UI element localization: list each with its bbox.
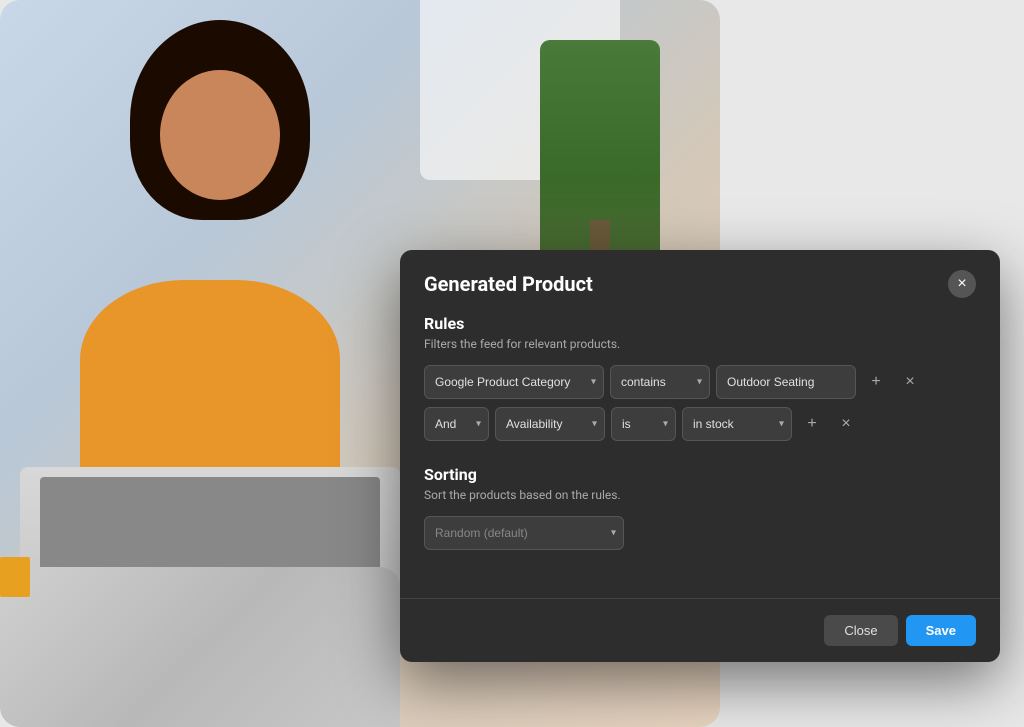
sorting-title: Sorting xyxy=(424,465,976,484)
modal-header: Generated Product × xyxy=(400,250,1000,314)
availability-field-select[interactable]: Availability xyxy=(495,407,605,441)
modal-close-button[interactable]: × xyxy=(948,270,976,298)
sorting-description: Sort the products based on the rules. xyxy=(424,488,976,502)
woman-shirt xyxy=(80,280,340,480)
add-rule-2-button[interactable]: + xyxy=(798,410,826,438)
sorting-section: Sorting Sort the products based on the r… xyxy=(424,465,976,550)
operator-select[interactable]: contains xyxy=(610,365,710,399)
conjunction-select-wrapper: And xyxy=(424,407,489,441)
modal-footer: Close Save xyxy=(400,598,1000,662)
modal-dialog: Generated Product × Rules Filters the fe… xyxy=(400,250,1000,662)
stock-value-select[interactable]: in stock xyxy=(682,407,792,441)
is-operator-select[interactable]: is xyxy=(611,407,676,441)
rule-row-1: Google Product Category contains + × xyxy=(424,365,976,399)
category-select[interactable]: Google Product Category xyxy=(424,365,604,399)
availability-select-wrapper: Availability xyxy=(495,407,605,441)
remove-rule-2-button[interactable]: × xyxy=(832,410,860,438)
category-select-wrapper: Google Product Category xyxy=(424,365,604,399)
rules-title: Rules xyxy=(424,314,976,333)
rules-section: Rules Filters the feed for relevant prod… xyxy=(424,314,976,441)
add-rule-button[interactable]: + xyxy=(862,368,890,396)
conjunction-select[interactable]: And xyxy=(424,407,489,441)
is-select-wrapper: is xyxy=(611,407,676,441)
sorting-select-wrapper: Random (default) Price: Low to High Pric… xyxy=(424,516,624,550)
headphones xyxy=(0,567,400,727)
modal-body: Rules Filters the feed for relevant prod… xyxy=(400,314,1000,598)
operator-select-wrapper: contains xyxy=(610,365,710,399)
save-button[interactable]: Save xyxy=(906,615,976,646)
sorting-select[interactable]: Random (default) Price: Low to High Pric… xyxy=(424,516,624,550)
stock-select-wrapper: in stock xyxy=(682,407,792,441)
woman-face xyxy=(160,70,280,200)
modal-title: Generated Product xyxy=(424,272,593,296)
close-button[interactable]: Close xyxy=(824,615,897,646)
sticky-note xyxy=(0,557,30,597)
remove-rule-button[interactable]: × xyxy=(896,368,924,396)
rules-description: Filters the feed for relevant products. xyxy=(424,337,976,351)
value-input[interactable] xyxy=(716,365,856,399)
rule-row-2: And Availability is in stock xyxy=(424,407,976,441)
